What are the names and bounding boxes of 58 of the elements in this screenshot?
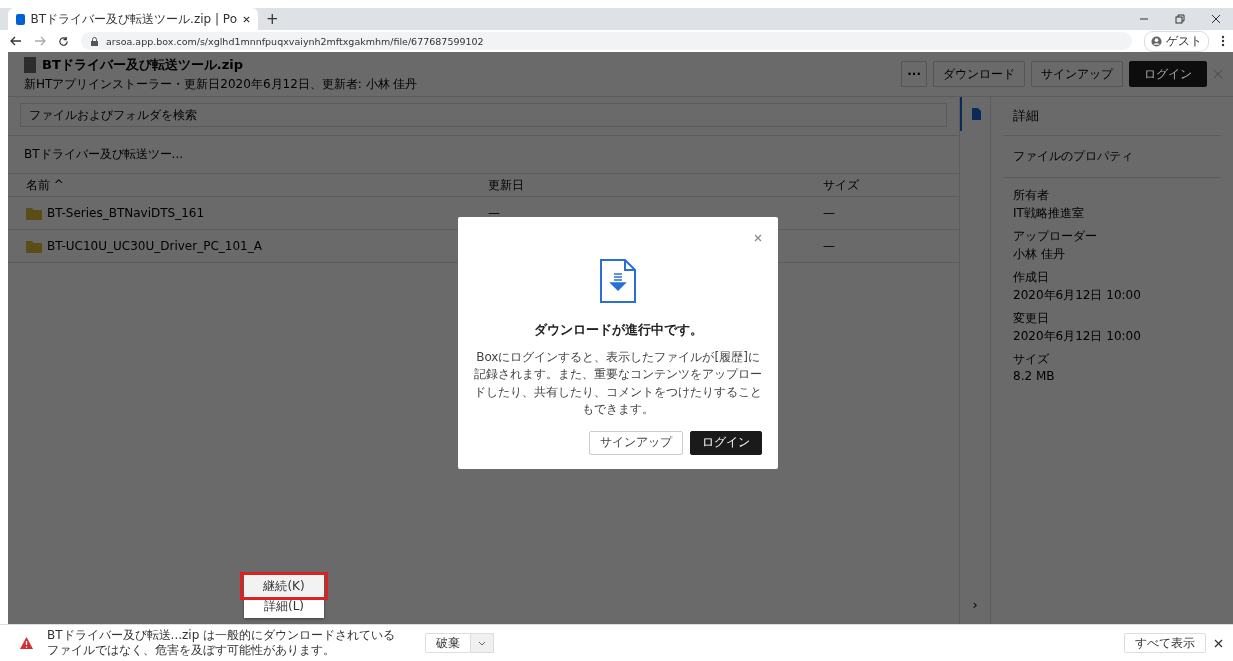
property-label: 作成日 [1013,269,1050,286]
file-info: 新HTアプリインストーラー・更新日2020年6月12日、更新者: 小林 佳丹 [24,75,418,93]
back-arrow-icon[interactable] [10,36,22,46]
property-value: IT戦略推進室 [1013,205,1085,222]
box-logo-icon [16,13,25,25]
table-cell: — [488,206,500,220]
header-button[interactable]: サインアップ [1031,61,1123,87]
property-value: 2020年6月12日 10:00 [1013,328,1142,345]
property-label: 変更日 [1013,310,1050,327]
section-header[interactable]: ファイルのプロパティ [1003,136,1221,178]
more-button[interactable]: ··· [901,61,927,87]
panel-title: 詳細 [1003,97,1221,136]
header-button[interactable]: ログイン [1129,61,1207,87]
file-icon [24,56,36,73]
download-warning: BTドライバー及び転送...zip は一般的にダウンロードされているファイルではなく、危害を及ぼす可能性があります。 [47,628,397,658]
menu-icon[interactable] [1221,35,1225,47]
file-download-icon [600,259,636,303]
dialog-button[interactable]: ログイン [690,430,762,455]
column-header[interactable]: 名前 ^ [8,176,488,194]
close-icon[interactable] [1214,638,1223,648]
table-cell-text: — [823,239,836,253]
caret-icon [478,640,486,646]
show-all-button[interactable]: すべて表示 [1124,633,1206,653]
expand-button[interactable]: › [972,597,978,612]
person-icon [1151,35,1162,47]
header-button[interactable]: ダウンロード [933,61,1025,87]
address-field[interactable]: arsoa.app.box.com/s/xglhd1mnnfpuqxvaiynh2mftxgakmhm/file/677687599102 [81,32,1132,50]
document-icon [971,108,981,120]
browser-tab[interactable]: BTドライバー及び転送ツール.zip | Po [8,8,258,30]
dialog-message: Boxにログインすると、表示したファイルが[履歴]に記録されます。また、重要なコンテンツをアップロードしたり、共有したり、コメントをつけたりすることもできます。 [473,349,763,419]
folder-icon [26,206,42,220]
property-value: 8.2 MB [1013,369,1056,383]
folder-icon [26,239,42,253]
table-cell-text: — [823,206,836,220]
folder-name[interactable]: BT-UC10U_UC30U_Driver_PC_101_A [47,239,262,253]
column-header[interactable]: サイズ [823,176,959,194]
file-title: BTドライバー及び転送ツール.zip [42,55,244,74]
discard-button[interactable]: 破棄 [425,633,470,653]
folder-name[interactable]: BT-Series_BTNaviDTS_161 [47,206,205,220]
dialog-title: ダウンロードが進行中です。 [533,321,703,339]
new-tab-button[interactable]: + [266,11,279,27]
close-icon[interactable] [243,14,250,24]
column-header[interactable]: 更新日 [488,176,823,194]
property-value: 2020年6月12日 10:00 [1013,287,1142,304]
dialog-button[interactable]: サインアップ [589,430,683,455]
breadcrumb[interactable]: BTドライバー及び転送ツー... [8,136,959,174]
property-label: アップローダー [1013,228,1098,245]
search-field[interactable]: ファイルおよびフォルダを検索 [20,103,947,127]
menu-item[interactable]: 詳細(L) [244,596,324,616]
restore-icon[interactable] [1175,14,1185,24]
lock-icon [91,36,98,46]
profile-button[interactable]: ゲスト [1144,30,1209,52]
reload-icon[interactable] [58,35,69,47]
property-label: サイズ [1013,351,1050,368]
property-label: 所有者 [1013,187,1050,204]
close-icon[interactable] [1211,14,1221,24]
property-value: 小林 佳丹 [1013,246,1066,263]
warning-icon [20,637,33,649]
